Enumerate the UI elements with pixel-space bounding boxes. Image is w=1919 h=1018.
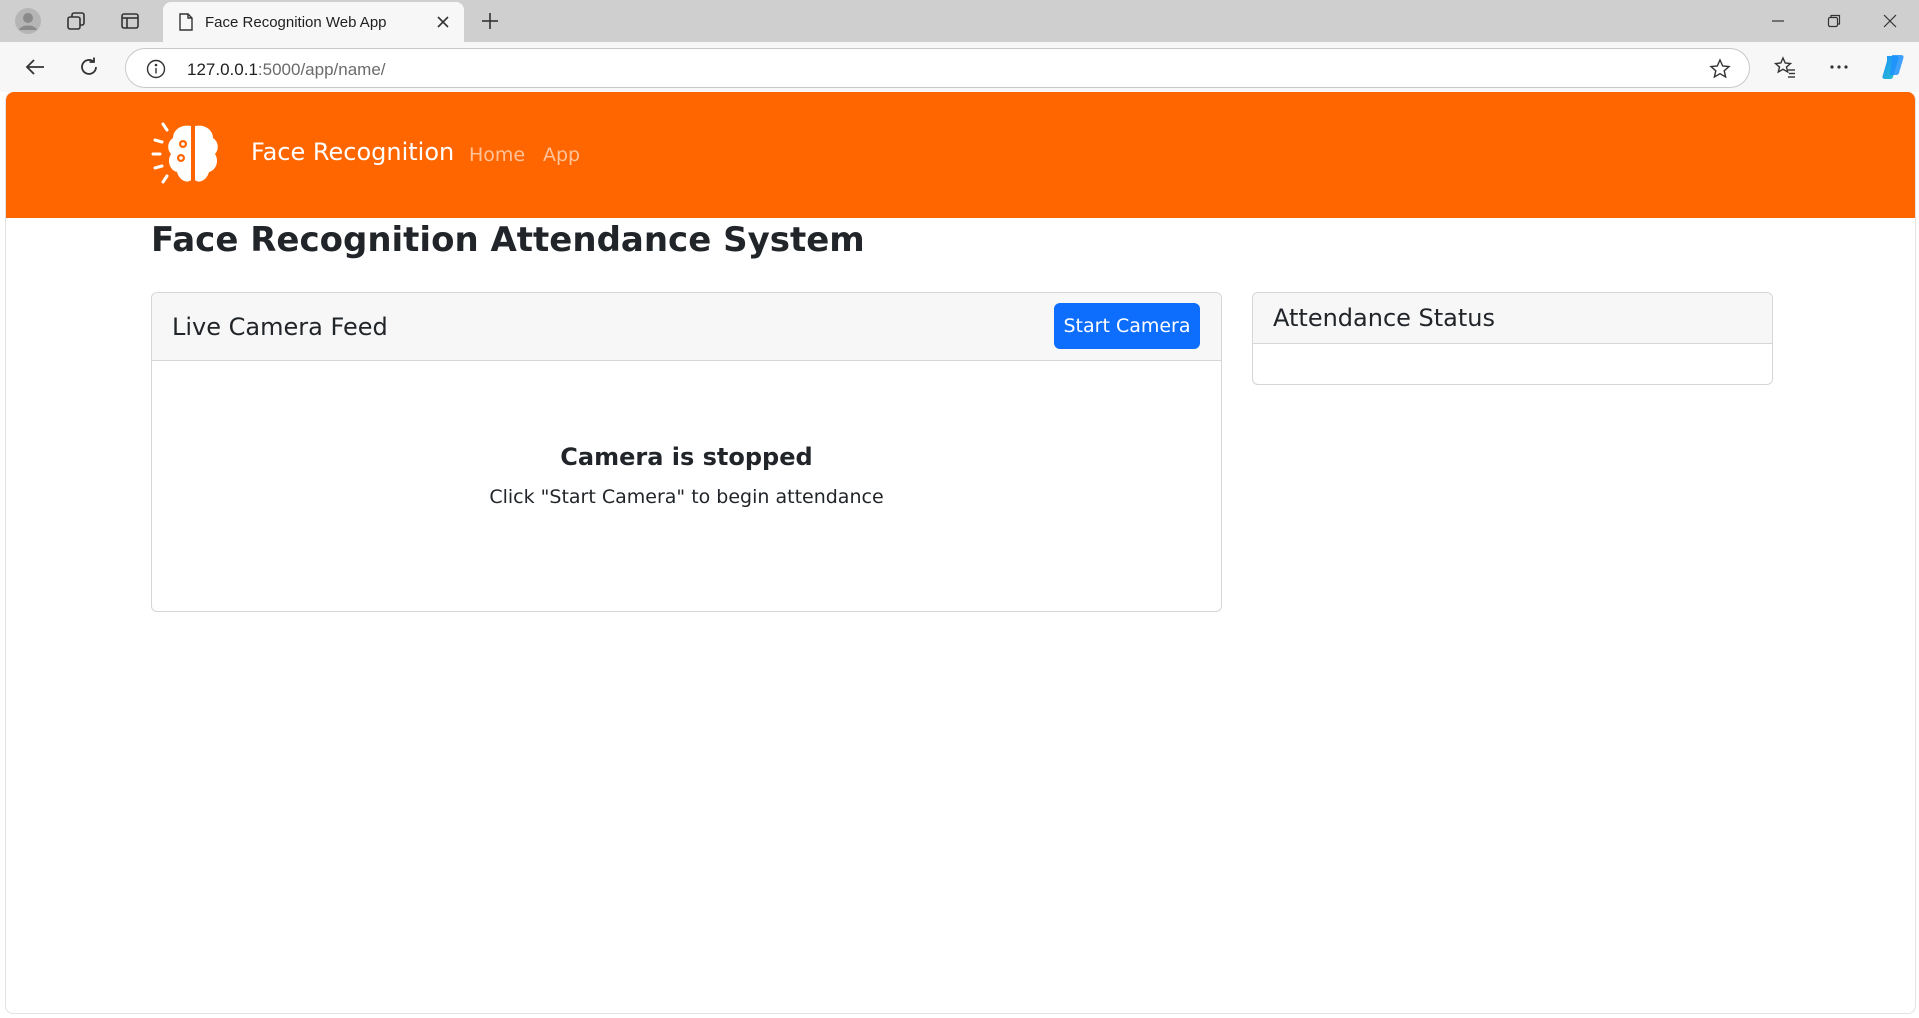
url-text: 127.0.0.1:5000/app/name/ [187, 60, 386, 80]
page-favicon-icon [178, 13, 194, 36]
attendance-card: Attendance Status [1252, 292, 1773, 385]
tab-close-icon[interactable] [430, 9, 456, 35]
nav-link-app[interactable]: App [543, 144, 580, 166]
start-camera-button[interactable]: Start Camera [1054, 303, 1200, 349]
copilot-icon[interactable] [1874, 48, 1912, 86]
refresh-icon[interactable] [70, 48, 108, 86]
restore-icon[interactable] [1806, 0, 1862, 42]
brain-logo-icon[interactable] [151, 118, 233, 188]
camera-card-header: Live Camera Feed Start Camera [152, 293, 1221, 361]
vertical-tabs-icon[interactable] [110, 4, 150, 38]
minimize-icon[interactable] [1750, 0, 1806, 42]
page-title: Face Recognition Attendance System [151, 220, 865, 260]
active-tab[interactable]: Face Recognition Web App [163, 2, 464, 42]
page-viewport: Face Recognition Home App Face Recogniti… [5, 92, 1916, 1014]
close-window-icon[interactable] [1862, 0, 1918, 42]
nav-link-home[interactable]: Home [469, 144, 525, 166]
workspaces-icon[interactable] [56, 4, 96, 38]
camera-status-hint: Click "Start Camera" to begin attendance [489, 486, 884, 508]
browser-toolbar: 127.0.0.1:5000/app/name/ [0, 42, 1919, 92]
browser-tab-bar: Face Recognition Web App [0, 0, 1919, 42]
url-path: :5000/app/name/ [257, 60, 386, 79]
camera-status-title: Camera is stopped [560, 443, 813, 471]
profile-icon[interactable] [8, 4, 48, 38]
favorites-icon[interactable] [1766, 48, 1804, 86]
navbar-brand[interactable]: Face Recognition [251, 138, 454, 166]
app-navbar: Face Recognition Home App [6, 92, 1915, 218]
attendance-card-header: Attendance Status [1253, 293, 1772, 344]
address-bar[interactable]: 127.0.0.1:5000/app/name/ [125, 48, 1750, 88]
camera-card: Live Camera Feed Start Camera Camera is … [151, 292, 1222, 612]
back-icon[interactable] [16, 48, 54, 86]
more-menu-icon[interactable] [1820, 48, 1858, 86]
favorite-star-icon[interactable] [1709, 58, 1731, 85]
new-tab-icon[interactable] [472, 4, 508, 38]
site-info-icon[interactable] [146, 59, 166, 84]
camera-card-title: Live Camera Feed [172, 313, 388, 341]
attendance-card-title: Attendance Status [1273, 304, 1496, 332]
tab-title: Face Recognition Web App [205, 14, 387, 31]
url-host: 127.0.0.1 [187, 60, 258, 79]
